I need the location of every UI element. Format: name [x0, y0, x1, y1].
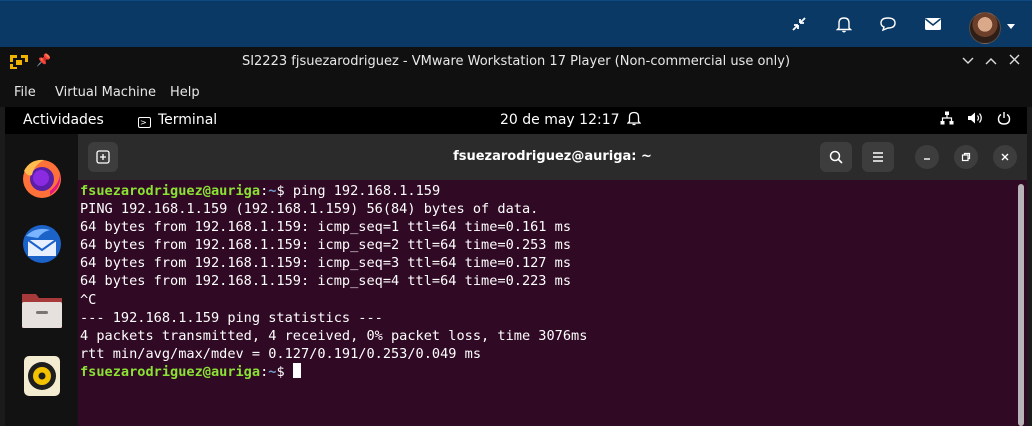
- menu-file[interactable]: File: [14, 85, 36, 100]
- app-menu-terminal[interactable]: > Terminal: [138, 112, 217, 128]
- close-icon: [1001, 153, 1009, 161]
- chevron-down-icon[interactable]: [1007, 24, 1015, 29]
- output-line: --- 192.168.1.159 ping statistics ---: [80, 309, 383, 326]
- prompt-path: ~: [268, 363, 277, 380]
- output-line: 64 bytes from 192.168.1.159: icmp_seq=1 …: [80, 219, 572, 236]
- clock[interactable]: 20 de may 12:17: [500, 112, 620, 128]
- vmware-menu-bar: File Virtual Machine Help: [0, 77, 1032, 107]
- terminal-header-bar: fsuezarodriguez@auriga: ~: [78, 134, 1027, 180]
- restore-icon: [961, 152, 971, 162]
- rhythmbox-icon[interactable]: [20, 354, 64, 398]
- network-icon[interactable]: [940, 111, 954, 129]
- terminal-icon: >: [138, 117, 151, 128]
- prompt-user: fsuezarodriguez@auriga: [80, 363, 261, 380]
- output-line: 64 bytes from 192.168.1.159: icmp_seq=3 …: [80, 255, 572, 272]
- prompt-user: fsuezarodriguez@auriga: [80, 183, 261, 199]
- files-icon[interactable]: [20, 288, 64, 332]
- close-button[interactable]: [993, 145, 1017, 169]
- output-line: rtt min/avg/max/mdev = 0.127/0.191/0.253…: [80, 345, 482, 362]
- terminal-window[interactable]: fsuezarodriguez@auriga: ~ fsuezarodrigue…: [78, 134, 1027, 426]
- vmware-title-bar: 📌 SI2223 fjsuezarodriguez - VMware Works…: [0, 47, 1032, 77]
- minimize-button[interactable]: [915, 145, 939, 169]
- activities-button[interactable]: Actividades: [23, 112, 104, 128]
- maximize-button[interactable]: [954, 145, 978, 169]
- current-prompt: fsuezarodriguez@auriga:~$: [80, 362, 1010, 381]
- app-menu-label: Terminal: [158, 112, 218, 128]
- power-icon[interactable]: [997, 111, 1011, 129]
- hamburger-icon: [873, 152, 883, 162]
- prompt-path: ~: [268, 183, 277, 199]
- terminal-output[interactable]: fsuezarodriguez@auriga:~$ ping 192.168.1…: [80, 182, 1010, 381]
- chevron-down-icon[interactable]: [958, 53, 978, 69]
- collapse-icon[interactable]: [788, 13, 810, 35]
- close-icon[interactable]: [1004, 53, 1024, 69]
- output-line: PING 192.168.1.159 (192.168.1.159) 56(84…: [80, 201, 539, 218]
- search-icon: [829, 150, 843, 164]
- dock: [5, 134, 78, 426]
- bell-icon[interactable]: [833, 13, 855, 35]
- output-line: 4 packets transmitted, 4 received, 0% pa…: [80, 327, 588, 344]
- output-line: 64 bytes from 192.168.1.159: icmp_seq=2 …: [80, 237, 572, 254]
- thunderbird-icon[interactable]: [20, 222, 64, 266]
- chevron-up-icon[interactable]: [981, 53, 1001, 69]
- gnome-top-panel: Actividades > Terminal 20 de may 12:17: [5, 107, 1027, 134]
- text-cursor: [292, 362, 301, 378]
- menu-help[interactable]: Help: [170, 85, 200, 100]
- command-text: ping 192.168.1.159: [292, 183, 441, 199]
- output-line: ^C: [80, 291, 97, 308]
- firefox-icon[interactable]: [20, 157, 64, 201]
- host-top-bar: [0, 0, 1032, 48]
- volume-icon[interactable]: [967, 111, 983, 129]
- output-line: 64 bytes from 192.168.1.159: icmp_seq=4 …: [80, 273, 572, 290]
- mail-icon[interactable]: [922, 13, 944, 35]
- alarm-icon: [626, 110, 642, 130]
- window-title: SI2223 fjsuezarodriguez - VMware Worksta…: [241, 54, 791, 69]
- search-button[interactable]: [820, 142, 852, 172]
- menu-button[interactable]: [862, 142, 894, 172]
- minimize-icon: [924, 158, 930, 160]
- window-border: [1027, 107, 1032, 426]
- scrollbar[interactable]: [1018, 184, 1024, 426]
- menu-virtual-machine[interactable]: Virtual Machine: [55, 85, 156, 100]
- avatar[interactable]: [969, 12, 1001, 44]
- chat-icon[interactable]: [877, 13, 899, 35]
- command-line: fsuezarodriguez@auriga:~$ ping 192.168.1…: [80, 183, 441, 199]
